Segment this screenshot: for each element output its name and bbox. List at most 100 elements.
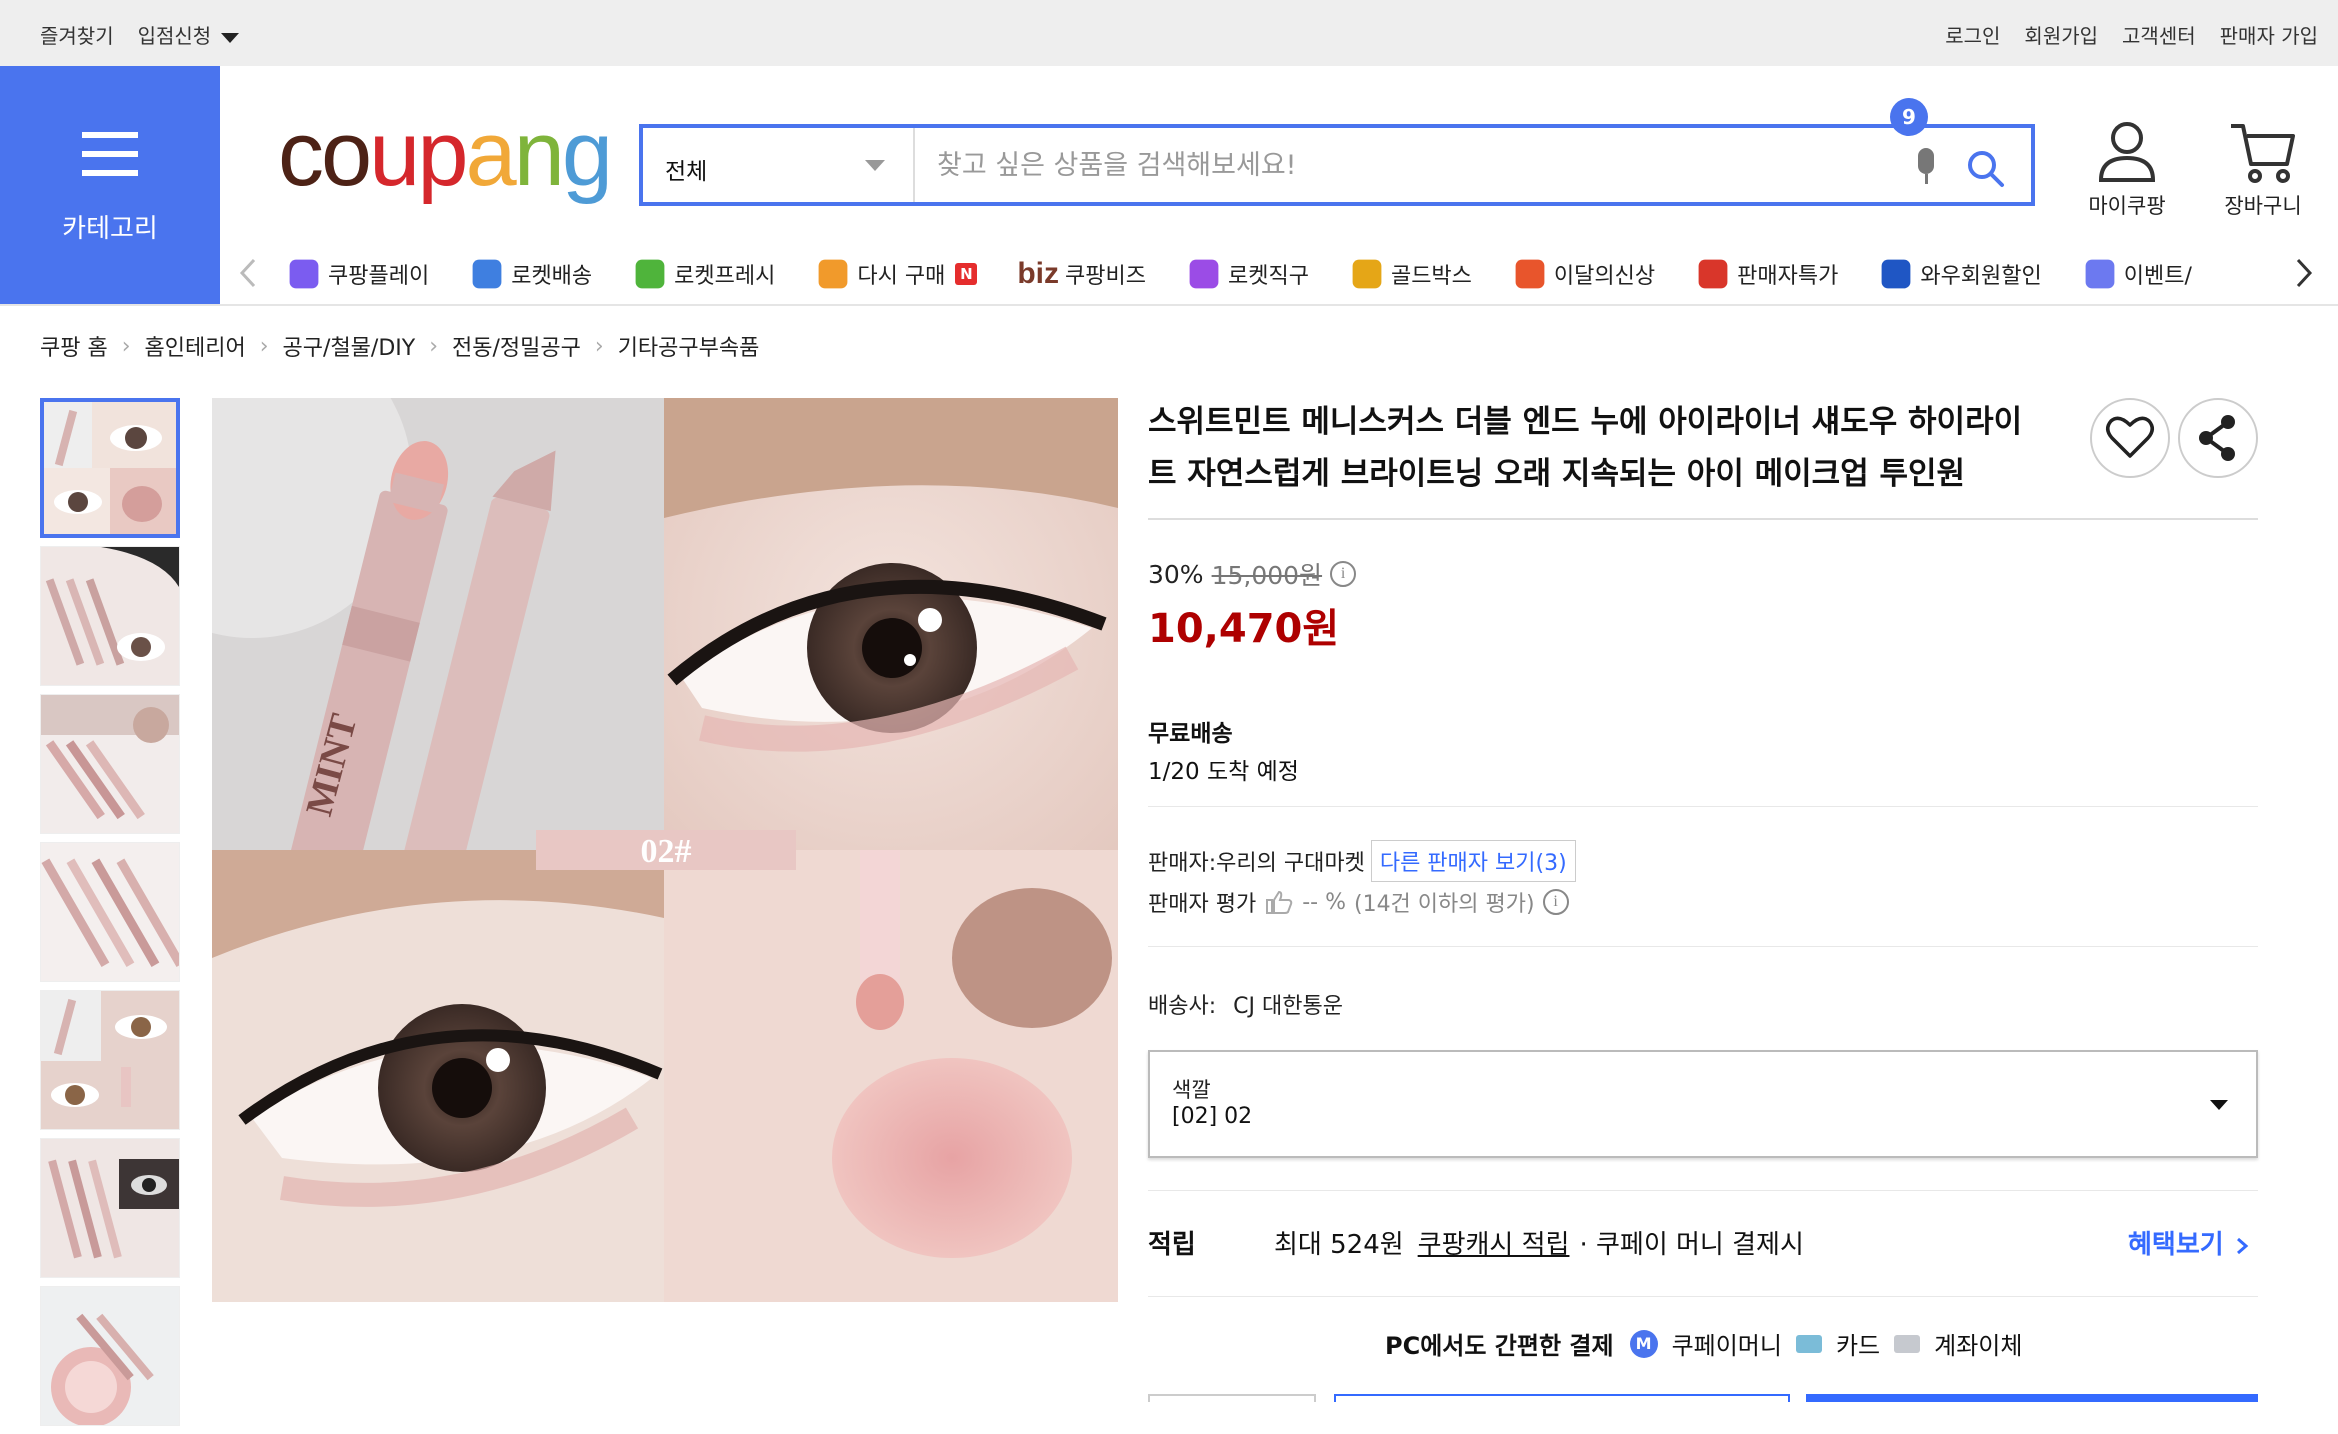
coupang-cash-link[interactable]: 쿠팡캐시 적립 — [1418, 1224, 1570, 1261]
seller-row: 판매자: 우리의 구대마켓 다른 판매자 보기(3) — [1148, 840, 1576, 882]
image-shade-label: 02# — [641, 833, 692, 870]
nav-item[interactable]: 이벤트/ — [2082, 256, 2192, 292]
thumbnail-2[interactable] — [40, 546, 180, 686]
card-icon — [1795, 1334, 1822, 1353]
benefit-link[interactable]: 혜택보기 — [2128, 1224, 2251, 1261]
thumbnail-1[interactable] — [40, 398, 180, 538]
chevron-right-icon: › — [121, 333, 131, 359]
coupang-logo[interactable]: coupang — [278, 108, 613, 200]
hamburger-icon — [82, 132, 138, 189]
nav-item[interactable]: 로켓프레시 — [632, 256, 775, 292]
chevron-right-icon — [2236, 1237, 2249, 1254]
mycoupang-button[interactable]: 마이쿠팡 — [2072, 112, 2182, 220]
share-icon — [2199, 415, 2235, 461]
rocket-global-icon — [1189, 259, 1219, 289]
bookmark-link[interactable]: 즐겨찾기 — [40, 20, 114, 49]
section-divider — [1148, 1190, 2258, 1191]
breadcrumb-item[interactable]: 쿠팡 홈 — [40, 330, 108, 362]
thumbnail-4[interactable] — [40, 842, 180, 982]
thumbnail-list — [40, 398, 180, 1434]
nav-item[interactable]: 골드박스 — [1349, 256, 1472, 292]
store-apply-menu[interactable]: 입점신청 — [138, 20, 240, 49]
other-sellers-button[interactable]: 다른 판매자 보기(3) — [1370, 840, 1576, 882]
pc-pay-label: PC에서도 간편한 결제 — [1385, 1332, 1614, 1360]
search-input[interactable] — [915, 128, 1865, 202]
rocket-fresh-icon — [635, 259, 665, 289]
chevron-right-icon: › — [259, 333, 269, 359]
thumbnail-7[interactable] — [40, 1286, 180, 1426]
nav-item[interactable]: 로켓배송 — [469, 256, 592, 292]
seller-deal-icon — [1698, 259, 1728, 289]
cart-label: 장바구니 — [2224, 194, 2302, 218]
nav-item[interactable]: 이달의신상 — [1512, 256, 1655, 292]
discount-row: 30% 15,000원 i — [1148, 556, 1357, 592]
mycoupang-label: 마이쿠팡 — [2088, 194, 2166, 218]
add-to-cart-button[interactable] — [1334, 1394, 1790, 1402]
benefit-label: 혜택보기 — [2128, 1230, 2224, 1260]
breadcrumb: 쿠팡 홈 › 홈인테리어 › 공구/철물/DIY › 전동/정밀공구 › 기타공구부속품 — [40, 330, 759, 362]
share-button[interactable] — [2178, 398, 2258, 478]
login-link[interactable]: 로그인 — [1945, 20, 2000, 49]
seller-rating-row: 판매자 평가 -- % (14건 이하의 평가) i — [1148, 886, 1569, 918]
quantity-stepper[interactable] — [1148, 1394, 1316, 1402]
buy-now-button[interactable] — [1806, 1394, 2258, 1402]
category-label: 카테고리 — [62, 214, 158, 244]
nav-item-label: 로켓배송 — [511, 264, 593, 289]
color-option-select[interactable]: 색깔 [02] 02 — [1148, 1050, 2258, 1158]
product-title: 스위트민트 메니스커스 더블 엔드 누에 아이라이너 섀도우 하이라이트 자연스… — [1148, 404, 2023, 492]
breadcrumb-item[interactable]: 홈인테리어 — [145, 330, 246, 362]
courier-row: 배송사: CJ 대한통운 — [1148, 988, 1343, 1020]
nav-item-label: 와우회원할인 — [1920, 264, 2042, 289]
favorite-button[interactable] — [2090, 398, 2170, 478]
search-bar: 전체 — [639, 124, 2035, 206]
search-category-select[interactable]: 전체 — [643, 128, 915, 202]
breadcrumb-item[interactable]: 공구/철물/DIY — [283, 330, 416, 362]
chevron-left-icon[interactable] — [234, 256, 264, 290]
nav-item[interactable]: 와우회원할인 — [1878, 256, 2042, 292]
cart-icon — [2231, 124, 2295, 183]
new-bag-icon — [1515, 259, 1545, 289]
service-nav: 쿠팡플레이 로켓배송 로켓프레시 다시 구매 N biz 쿠팡비즈 로켓직구 골드박스 이달의신상… — [220, 242, 2338, 304]
chevron-right-icon: › — [429, 333, 439, 359]
cart-count-badge: 9 — [1890, 98, 1928, 136]
chevron-down-icon — [865, 160, 885, 171]
thumbnail-5[interactable] — [40, 990, 180, 1130]
wow-icon — [1881, 259, 1911, 289]
chevron-right-icon[interactable] — [2288, 256, 2318, 290]
sale-price: 10,470원 — [1148, 606, 1340, 652]
thumbnail-6[interactable] — [40, 1138, 180, 1278]
nav-item[interactable]: 쿠팡플레이 — [286, 256, 429, 292]
customer-center-link[interactable]: 고객센터 — [2122, 20, 2196, 49]
nav-item[interactable]: biz 쿠팡비즈 — [1017, 257, 1146, 291]
product-main-image[interactable]: MINT 02# — [212, 398, 1118, 1302]
pc-payment-row: PC에서도 간편한 결제 M 쿠페이머니 카드 계좌이체 — [1385, 1326, 2022, 1361]
nav-item-label: 쿠팡플레이 — [328, 264, 430, 289]
cart-button[interactable]: 장바구니 — [2208, 112, 2318, 220]
nav-item[interactable]: 다시 구매 N — [815, 256, 978, 292]
info-icon[interactable]: i — [1542, 889, 1569, 915]
breadcrumb-item[interactable]: 기타공구부속품 — [618, 330, 760, 362]
breadcrumb-item[interactable]: 전동/정밀공구 — [452, 330, 581, 362]
pay-money-label: 쿠페이머니 — [1671, 1332, 1782, 1360]
microphone-icon[interactable] — [1915, 148, 1937, 186]
chevron-down-icon — [2210, 1100, 2228, 1110]
signup-link[interactable]: 회원가입 — [2024, 20, 2098, 49]
coupay-money-icon: M — [1629, 1329, 1658, 1358]
nav-items: 쿠팡플레이 로켓배송 로켓프레시 다시 구매 N biz 쿠팡비즈 로켓직구 골드박스 이달의신상… — [286, 252, 2236, 296]
rocket-delivery-icon — [472, 259, 502, 289]
thumbnail-3[interactable] — [40, 694, 180, 834]
nav-item-label: 골드박스 — [1390, 264, 1472, 289]
search-icon[interactable] — [1965, 148, 2005, 188]
new-badge: N — [955, 263, 978, 285]
reward-max: 최대 524원 — [1274, 1230, 1404, 1260]
nav-item-label: 로켓직구 — [1227, 264, 1309, 289]
discount-rate: 30% — [1148, 559, 1204, 589]
section-divider — [1148, 806, 2258, 807]
info-icon[interactable]: i — [1330, 561, 1357, 587]
nav-item[interactable]: 로켓직구 — [1186, 256, 1309, 292]
heart-icon — [2106, 416, 2154, 458]
category-button[interactable]: 카테고리 — [0, 66, 220, 304]
seller-signup-link[interactable]: 판매자 가입 — [2220, 20, 2318, 49]
seller-name[interactable]: 우리의 구대마켓 — [1216, 845, 1365, 877]
nav-item[interactable]: 판매자특가 — [1695, 256, 1838, 292]
